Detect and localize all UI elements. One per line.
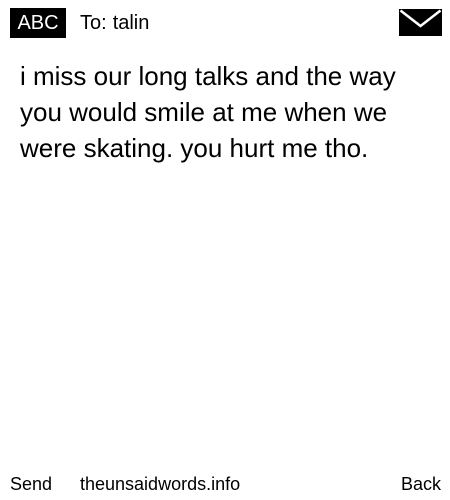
recipient-name: talin xyxy=(112,12,150,34)
to-label: To: xyxy=(80,12,107,34)
input-mode-badge[interactable]: ABC xyxy=(10,8,66,38)
envelope-icon xyxy=(399,9,442,36)
send-button[interactable]: Send xyxy=(10,471,52,497)
back-button[interactable]: Back xyxy=(401,471,441,497)
recipient-field[interactable]: To: talin xyxy=(80,8,149,38)
site-url: theunsaidwords.info xyxy=(80,474,241,494)
message-text: i miss our long talks and the way you wo… xyxy=(20,61,396,163)
